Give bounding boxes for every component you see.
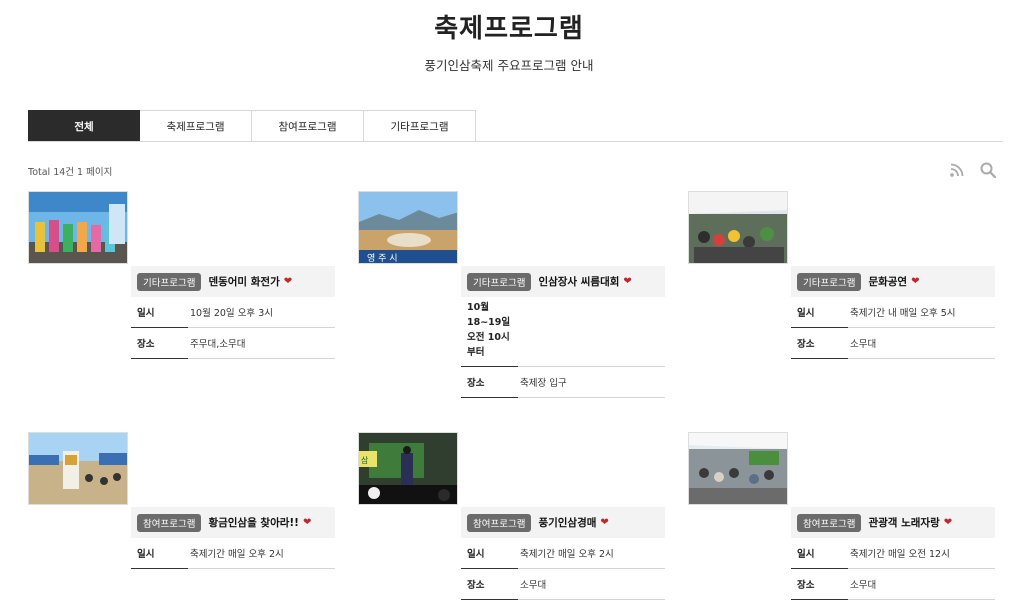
date-row: 일시 축제기간 매일 오후 2시 <box>131 538 335 569</box>
date-label: 10월 18~19일 오전 10시 부터 <box>461 297 518 367</box>
page-title: 축제프로그램 <box>434 14 584 44</box>
date-value: 축제기간 매일 오후 2시 <box>190 549 284 560</box>
date-label: 일시 <box>791 297 848 328</box>
place-row: 장소 소무대 <box>791 569 995 600</box>
category-badge: 기타프로그램 <box>797 272 862 291</box>
place-row: 장소 소무대 <box>791 328 995 359</box>
place-label: 장소 <box>461 367 518 398</box>
date-row: 일시 축제기간 내 매일 오후 5시 <box>791 297 995 328</box>
place-label: 장소 <box>131 328 188 359</box>
program-header: 참여프로그램 황금인삼을 찾아라!! ❤ <box>131 507 335 538</box>
program-thumbnail[interactable] <box>688 191 788 264</box>
date-row: 일시 10월 20일 오후 3시 <box>131 297 335 328</box>
page-subtitle: 풍기인삼축제 주요프로그램 안내 <box>424 58 594 73</box>
date-label: 일시 <box>131 538 188 569</box>
date-row: 10월 18~19일 오전 10시 부터 <box>461 297 665 367</box>
heart-icon[interactable]: ❤ <box>303 517 311 528</box>
search-icon[interactable] <box>979 161 997 179</box>
place-value: 소무대 <box>850 580 877 591</box>
place-row: 장소 축제장 입구 <box>461 367 665 398</box>
heart-icon[interactable]: ❤ <box>284 276 292 287</box>
program-name[interactable]: 문화공연 <box>868 274 907 289</box>
date-row: 일시 축제기간 매일 오후 2시 <box>461 538 665 569</box>
category-badge: 기타프로그램 <box>137 272 202 291</box>
program-thumbnail[interactable] <box>28 432 128 505</box>
program-name[interactable]: 풍기인삼경매 <box>538 515 596 530</box>
category-tabs: 전체 축제프로그램 참여프로그램 기타프로그램 <box>28 110 476 142</box>
date-value: 축제기간 매일 오후 2시 <box>520 549 614 560</box>
program-header: 기타프로그램 덴동어미 화전가 ❤ <box>131 266 335 297</box>
rss-icon[interactable] <box>948 161 966 179</box>
program-header: 참여프로그램 풍기인삼경매 ❤ <box>461 507 665 538</box>
total-count: Total 14건 1 페이지 <box>28 167 113 178</box>
program-name[interactable]: 덴동어미 화전가 <box>208 274 279 289</box>
tab-participation-program[interactable]: 참여프로그램 <box>252 110 364 142</box>
place-row: 장소 소무대 <box>461 569 665 600</box>
svg-text:삼: 삼 <box>361 455 369 465</box>
svg-text:영 주 시: 영 주 시 <box>367 253 398 264</box>
program-name[interactable]: 관광객 노래자랑 <box>868 515 939 530</box>
heart-icon[interactable]: ❤ <box>911 276 919 287</box>
heart-icon[interactable]: ❤ <box>623 276 631 287</box>
program-header: 참여프로그램 관광객 노래자랑 ❤ <box>791 507 995 538</box>
tab-other-program[interactable]: 기타프로그램 <box>364 110 476 142</box>
category-badge: 참여프로그램 <box>467 513 532 532</box>
place-label: 장소 <box>461 569 518 600</box>
place-value: 주무대,소무대 <box>190 339 246 350</box>
program-thumbnail[interactable]: 삼 <box>358 432 458 505</box>
program-thumbnail[interactable]: 영 주 시 <box>358 191 458 264</box>
place-value: 축제장 입구 <box>520 378 567 389</box>
date-value: 10월 20일 오후 3시 <box>190 308 273 319</box>
tab-festival-program[interactable]: 축제프로그램 <box>140 110 252 142</box>
program-name[interactable]: 인삼장사 씨름대회 <box>538 274 619 289</box>
program-name[interactable]: 황금인삼을 찾아라!! <box>208 515 299 530</box>
category-badge: 참여프로그램 <box>797 513 862 532</box>
place-value: 소무대 <box>520 580 547 591</box>
place-value: 소무대 <box>850 339 877 350</box>
tabs-divider <box>28 141 1003 142</box>
program-thumbnail[interactable] <box>28 191 128 264</box>
heart-icon[interactable]: ❤ <box>944 517 952 528</box>
place-row: 장소 주무대,소무대 <box>131 328 335 359</box>
program-header: 기타프로그램 문화공연 ❤ <box>791 266 995 297</box>
date-label: 일시 <box>791 538 848 569</box>
heart-icon[interactable]: ❤ <box>600 517 608 528</box>
place-label: 장소 <box>791 569 848 600</box>
program-thumbnail[interactable] <box>688 432 788 505</box>
tab-all[interactable]: 전체 <box>28 110 140 142</box>
place-label: 장소 <box>791 328 848 359</box>
date-value <box>518 297 520 366</box>
date-label: 일시 <box>131 297 188 328</box>
category-badge: 기타프로그램 <box>467 272 532 291</box>
date-value: 축제기간 내 매일 오후 5시 <box>850 308 956 319</box>
date-row: 일시 축제기간 매일 오전 12시 <box>791 538 995 569</box>
program-header: 기타프로그램 인삼장사 씨름대회 ❤ <box>461 266 665 297</box>
category-badge: 참여프로그램 <box>137 513 202 532</box>
date-label: 일시 <box>461 538 518 569</box>
date-value: 축제기간 매일 오전 12시 <box>850 549 950 560</box>
